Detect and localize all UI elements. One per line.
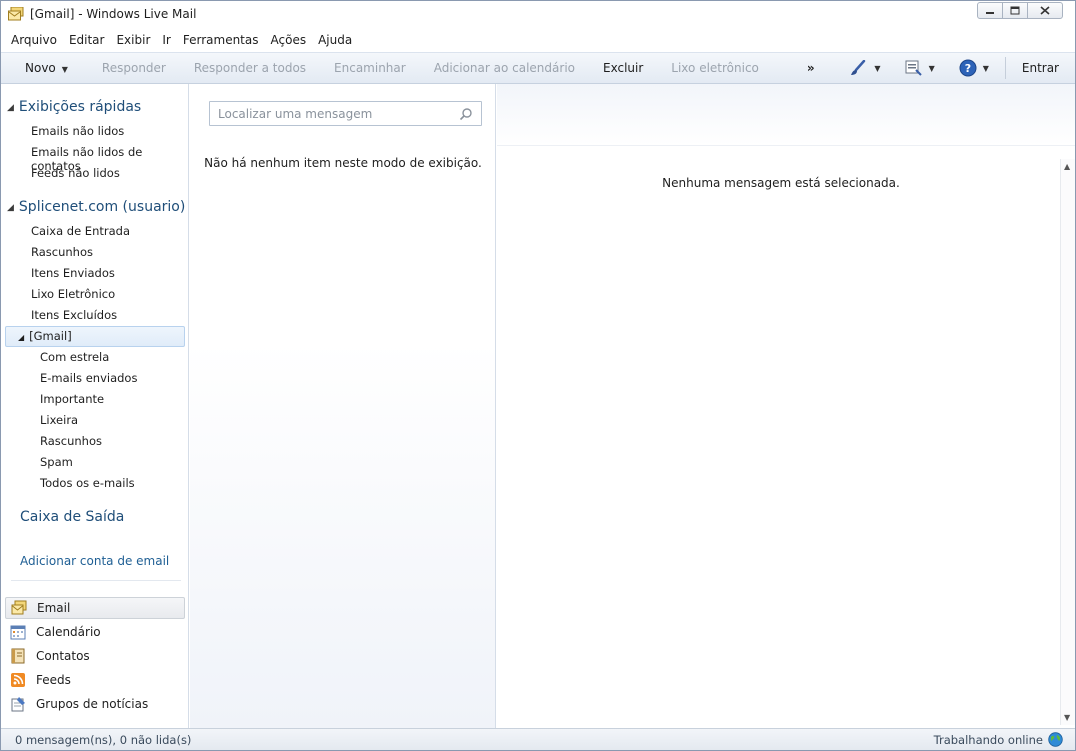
contacts-book-icon — [11, 648, 25, 664]
minimize-icon — [986, 11, 994, 14]
folder-todos-os-emails[interactable]: Todos os e-mails — [40, 476, 135, 490]
svg-text:?: ? — [965, 62, 971, 75]
app-window: [Gmail] - Windows Live Mail Arquivo Edit… — [0, 0, 1076, 751]
window-title: [Gmail] - Windows Live Mail — [30, 7, 197, 21]
nav-email-label: Email — [37, 601, 71, 615]
color-scheme-button[interactable]: ▼ — [838, 60, 892, 76]
quick-views-header[interactable]: ◢ Exibições rápidas — [7, 99, 141, 115]
account-label: Splicenet.com (usuario) — [18, 199, 186, 215]
responder-button[interactable]: Responder — [88, 61, 180, 75]
online-status-label: Trabalhando online — [933, 732, 1043, 747]
responder-todos-button[interactable]: Responder a todos — [180, 61, 320, 75]
email-icon — [11, 600, 27, 615]
more-commands-button[interactable]: » — [773, 61, 829, 75]
folder-emails-nao-lidos[interactable]: Emails não lidos — [31, 124, 124, 138]
folder-lixeira[interactable]: Lixeira — [40, 413, 78, 427]
status-bar: 0 mensagem(ns), 0 não lida(s) Trabalhand… — [1, 728, 1075, 750]
scroll-up-icon[interactable]: ▲ — [1064, 162, 1070, 171]
chevron-down-icon: ▼ — [928, 63, 935, 73]
help-button[interactable]: ? ▼ — [947, 59, 1001, 77]
no-message-selected: Nenhuma mensagem está selecionada. — [662, 176, 900, 190]
close-button[interactable] — [1027, 2, 1063, 19]
menu-ajuda[interactable]: Ajuda — [312, 33, 358, 47]
account-header[interactable]: ◢ Splicenet.com (usuario) — [7, 199, 185, 215]
folder-itens-excluidos[interactable]: Itens Excluídos — [31, 308, 117, 322]
gmail-label: [Gmail] — [29, 329, 72, 343]
quick-views-label: Exibições rápidas — [18, 99, 142, 115]
menu-exibir[interactable]: Exibir — [110, 33, 156, 47]
novo-label: Novo — [25, 61, 56, 75]
folder-spam[interactable]: Spam — [40, 455, 73, 469]
globe-icon — [1048, 732, 1063, 747]
folder-caixa-de-saida[interactable]: Caixa de Saída — [20, 509, 124, 525]
reading-pane-header — [497, 84, 1075, 146]
help-icon: ? — [959, 59, 977, 77]
empty-list-message: Não há nenhum item neste modo de exibiçã… — [204, 156, 482, 170]
close-icon — [1040, 6, 1050, 15]
layout-icon — [905, 60, 922, 76]
calendar-icon — [10, 625, 26, 640]
collapse-triangle-icon: ◢ — [7, 103, 14, 113]
reading-pane-scrollbar[interactable]: ▲ ▼ — [1060, 159, 1075, 725]
folder-gmail[interactable]: ◢ [Gmail] — [18, 329, 72, 343]
scroll-down-icon[interactable]: ▼ — [1064, 713, 1070, 722]
newsgroups-icon — [11, 697, 25, 712]
folder-rascunhos[interactable]: Rascunhos — [31, 245, 93, 259]
search-input[interactable]: Localizar uma mensagem — [209, 101, 482, 126]
windows-live-mail-icon — [8, 6, 24, 21]
reading-pane: Nenhuma mensagem está selecionada. ▲ ▼ — [497, 84, 1075, 728]
collapse-triangle-icon: ◢ — [7, 203, 14, 213]
search-icon[interactable] — [459, 107, 473, 121]
message-list-pane: Localizar uma mensagem Não há nenhum ite… — [190, 84, 496, 728]
menu-ir[interactable]: Ir — [156, 33, 176, 47]
nav-calendario-label: Calendário — [36, 625, 101, 639]
excluir-button[interactable]: Excluir — [589, 61, 657, 75]
folder-emails-enviados[interactable]: E-mails enviados — [40, 371, 137, 385]
message-count-status: 0 mensagem(ns), 0 não lida(s) — [15, 733, 192, 747]
menu-acoes[interactable]: Ações — [265, 33, 313, 47]
nav-feeds[interactable]: Feeds — [5, 669, 185, 691]
menu-arquivo[interactable]: Arquivo — [5, 33, 63, 47]
title-bar: [Gmail] - Windows Live Mail — [1, 1, 1075, 28]
view-options-button[interactable]: ▼ — [893, 60, 947, 76]
chevron-down-icon: ▼ — [874, 63, 881, 73]
chevron-down-icon: ▼ — [61, 65, 68, 74]
lixo-eletronico-button[interactable]: Lixo eletrônico — [657, 61, 773, 75]
folder-gmail-rascunhos[interactable]: Rascunhos — [40, 434, 102, 448]
folder-pane: ◢ Exibições rápidas Emails não lidos Emai… — [1, 84, 189, 728]
folder-feeds-nao-lidos[interactable]: Feeds não lidos — [31, 166, 120, 180]
folder-itens-enviados[interactable]: Itens Enviados — [31, 266, 115, 280]
paintbrush-icon — [851, 60, 866, 75]
online-status: Trabalhando online — [934, 732, 1063, 747]
add-email-account-link[interactable]: Adicionar conta de email — [20, 554, 169, 568]
nav-feeds-label: Feeds — [36, 673, 71, 687]
menu-ferramentas[interactable]: Ferramentas — [177, 33, 265, 47]
encaminhar-button[interactable]: Encaminhar — [320, 61, 420, 75]
toolbar: Novo ▼ Responder Responder a todos Encami… — [1, 52, 1075, 84]
nav-divider — [11, 580, 181, 581]
chevron-down-icon: ▼ — [982, 63, 989, 73]
adicionar-calendario-button[interactable]: Adicionar ao calendário — [420, 61, 589, 75]
toolbar-divider — [1004, 57, 1006, 79]
nav-contatos-label: Contatos — [36, 649, 90, 663]
nav-grupos-label: Grupos de notícias — [36, 697, 149, 711]
folder-importante[interactable]: Importante — [40, 392, 104, 406]
collapse-triangle-icon: ◢ — [18, 333, 25, 342]
restore-button[interactable] — [1002, 2, 1028, 19]
nav-calendario[interactable]: Calendário — [5, 621, 185, 643]
entrar-button[interactable]: Entrar — [1010, 61, 1075, 75]
minimize-button[interactable] — [977, 2, 1003, 19]
restore-icon — [1010, 6, 1020, 15]
folder-caixa-de-entrada[interactable]: Caixa de Entrada — [31, 224, 130, 238]
nav-email[interactable]: Email — [5, 597, 185, 619]
menu-bar: Arquivo Editar Exibir Ir Ferramentas Açõ… — [1, 28, 1075, 52]
rss-icon — [11, 673, 25, 687]
nav-contatos[interactable]: Contatos — [5, 645, 185, 667]
menu-editar[interactable]: Editar — [63, 33, 111, 47]
search-placeholder: Localizar uma mensagem — [218, 106, 373, 121]
folder-com-estrela[interactable]: Com estrela — [40, 350, 109, 364]
novo-button[interactable]: Novo ▼ — [11, 61, 88, 75]
nav-grupos-de-noticias[interactable]: Grupos de notícias — [5, 693, 185, 715]
folder-lixo-eletronico[interactable]: Lixo Eletrônico — [31, 287, 115, 301]
